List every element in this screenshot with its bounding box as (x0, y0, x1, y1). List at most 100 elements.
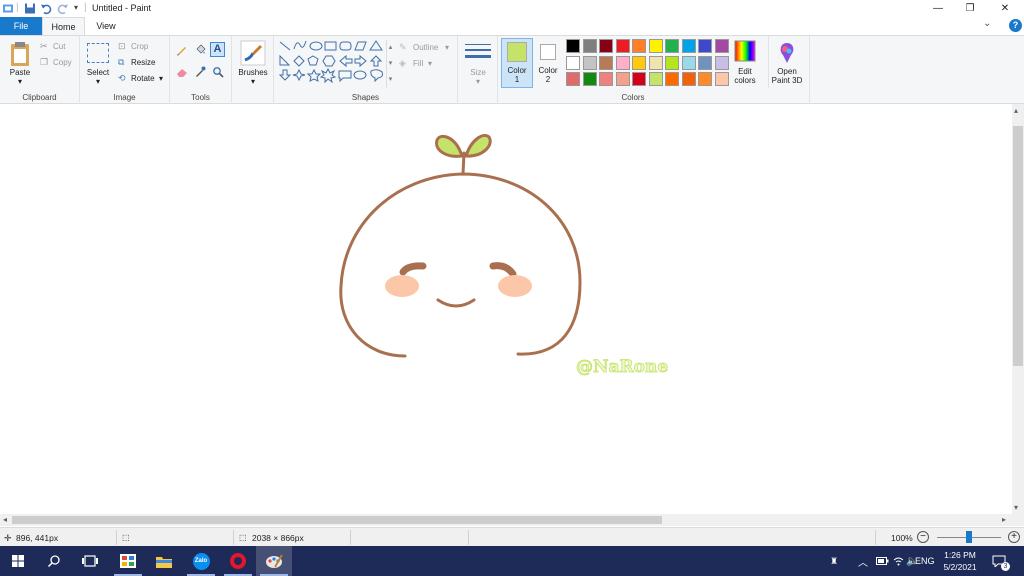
paint3d-icon[interactable] (776, 41, 798, 65)
fill-dropdown-icon[interactable]: ▾ (428, 59, 432, 68)
palette-swatch[interactable] (615, 72, 630, 86)
select-icon[interactable] (87, 43, 109, 63)
color2-swatch[interactable] (540, 44, 556, 60)
paste-dropdown-icon[interactable]: ▾ (4, 77, 36, 86)
canvas-area[interactable]: @NaRone (0, 104, 1024, 514)
color1-swatch[interactable] (507, 42, 527, 62)
shapes-scroll[interactable]: ▴ ▾ ▾ (386, 40, 394, 88)
input-language[interactable]: ENG (915, 546, 935, 576)
palette-swatch[interactable] (665, 55, 679, 70)
scroll-up-icon[interactable]: ▴ (1014, 106, 1018, 115)
edit-colors-label-1[interactable]: Edit (726, 67, 764, 76)
paint3d-label-1[interactable]: Open (766, 67, 808, 76)
paste-label[interactable]: Paste (4, 68, 36, 77)
search-button[interactable] (36, 546, 72, 576)
taskbar-app-opera[interactable] (220, 546, 256, 576)
palette-swatch[interactable] (599, 72, 613, 86)
zoom-in-button[interactable]: + (1008, 531, 1020, 543)
palette-swatch[interactable] (566, 39, 580, 53)
palette-swatch[interactable] (681, 39, 696, 53)
taskbar-app-zalo[interactable]: Zalo (183, 546, 219, 576)
palette-swatch[interactable] (632, 72, 646, 86)
tab-view[interactable]: View (88, 17, 124, 35)
color-picker-icon[interactable] (194, 66, 206, 78)
start-button[interactable] (0, 546, 36, 576)
notifications-button[interactable]: 3 (992, 546, 1015, 576)
palette-swatch[interactable] (615, 39, 630, 53)
text-tool-icon[interactable]: A (210, 42, 225, 57)
rotate-button[interactable]: Rotate (131, 74, 155, 83)
taskbar-clock[interactable]: 1:26 PM 5/2/2021 (938, 549, 982, 573)
close-button[interactable]: ✕ (990, 0, 1020, 17)
palette-swatch[interactable] (665, 72, 679, 86)
palette-swatch[interactable] (582, 55, 597, 70)
outline-dropdown-icon[interactable]: ▾ (445, 43, 449, 52)
taskbar-app-paint[interactable] (256, 546, 292, 576)
collapse-ribbon-icon[interactable]: ⌄ (983, 18, 991, 29)
scroll-right-icon[interactable]: ▸ (1002, 515, 1006, 524)
zoom-out-button[interactable]: − (917, 531, 929, 543)
size-label[interactable]: Size (458, 68, 498, 77)
scroll-left-icon[interactable]: ◂ (3, 515, 7, 524)
eraser-icon[interactable] (176, 66, 188, 78)
tab-home[interactable]: Home (42, 17, 85, 35)
edit-colors-icon[interactable] (734, 40, 756, 62)
redo-icon[interactable] (57, 2, 69, 15)
palette-swatch[interactable] (599, 55, 613, 70)
restore-button[interactable]: ❐ (955, 0, 985, 17)
palette-swatch[interactable] (566, 72, 580, 86)
shapes-gallery[interactable] (278, 40, 390, 88)
palette-swatch[interactable] (698, 72, 712, 86)
palette-swatch[interactable] (648, 55, 663, 70)
palette-swatch[interactable] (599, 39, 613, 53)
wifi-icon[interactable] (893, 546, 904, 576)
size-dropdown-icon[interactable]: ▾ (458, 77, 498, 86)
palette-swatch[interactable] (698, 55, 712, 70)
zoom-slider-thumb[interactable] (966, 531, 972, 543)
task-view-button[interactable] (72, 546, 108, 576)
select-label[interactable]: Select (82, 68, 114, 77)
resize-button[interactable]: Resize (131, 58, 155, 67)
palette-swatch[interactable] (566, 55, 580, 70)
help-icon[interactable]: ? (1009, 19, 1022, 32)
taskbar-app-photos[interactable] (110, 546, 146, 576)
palette-swatch[interactable] (632, 39, 646, 53)
palette-swatch[interactable] (681, 72, 696, 86)
palette-swatch[interactable] (615, 55, 630, 70)
battery-icon[interactable] (876, 546, 889, 576)
minimize-button[interactable]: — (923, 0, 953, 17)
customize-quick-access-icon[interactable]: ▾ (74, 3, 78, 12)
size-icon[interactable] (465, 43, 491, 63)
rotate-dropdown-icon[interactable]: ▾ (159, 74, 163, 83)
taskbar-app-explorer[interactable] (146, 546, 182, 576)
brushes-label[interactable]: Brushes (232, 68, 274, 77)
brush-icon[interactable] (240, 40, 266, 66)
palette-swatch[interactable] (582, 39, 597, 53)
palette-swatch[interactable] (714, 39, 729, 53)
edit-colors-label-2[interactable]: colors (726, 76, 764, 85)
palette-swatch[interactable] (698, 39, 712, 53)
palette-swatch[interactable] (648, 39, 663, 53)
palette-swatch[interactable] (681, 55, 696, 70)
select-dropdown-icon[interactable]: ▾ (82, 77, 114, 86)
brushes-dropdown-icon[interactable]: ▾ (232, 77, 274, 86)
fill-bucket-icon[interactable] (194, 44, 206, 56)
palette-swatch[interactable] (632, 55, 646, 70)
horizontal-scroll-thumb[interactable] (12, 516, 662, 524)
tab-file[interactable]: File (0, 17, 42, 35)
crop-button[interactable]: Crop (131, 42, 148, 51)
cut-button[interactable]: Cut (53, 42, 65, 51)
palette-swatch[interactable] (582, 72, 597, 86)
show-hidden-icons-icon[interactable]: ︿ (858, 546, 868, 576)
undo-icon[interactable] (40, 2, 52, 15)
scroll-down-icon[interactable]: ▾ (1014, 503, 1018, 512)
drawing-canvas[interactable]: @NaRone (0, 104, 1012, 514)
magnifier-icon[interactable] (212, 66, 224, 78)
copy-button[interactable]: Copy (53, 58, 72, 67)
palette-swatch[interactable] (648, 72, 663, 86)
people-icon[interactable]: ♜ (830, 546, 838, 576)
vertical-scroll-thumb[interactable] (1013, 126, 1023, 366)
palette-swatch[interactable] (665, 39, 679, 53)
paint3d-label-2[interactable]: Paint 3D (766, 76, 808, 85)
pencil-icon[interactable] (176, 44, 188, 56)
